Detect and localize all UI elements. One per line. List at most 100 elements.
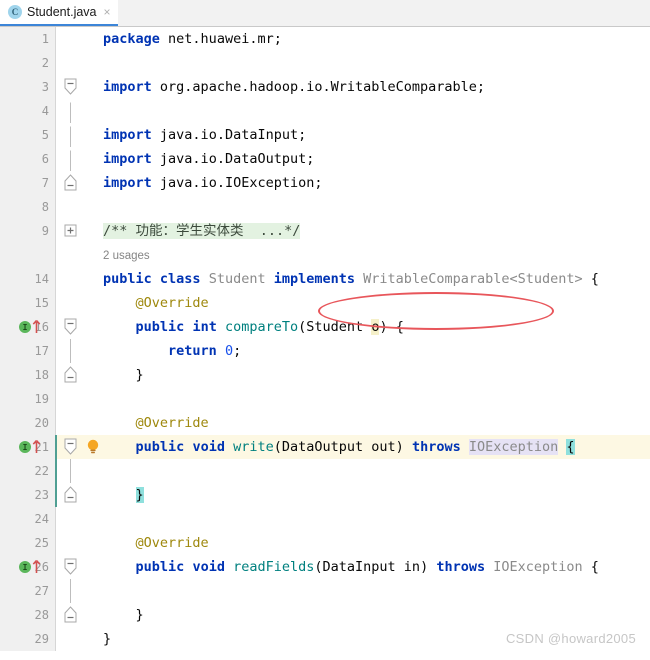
fold-collapse-icon[interactable] — [64, 318, 77, 335]
gutter-markers[interactable] — [55, 195, 103, 219]
line-gutter[interactable] — [0, 243, 55, 267]
fold-end-icon[interactable] — [64, 606, 77, 623]
line-gutter[interactable]: 17 — [0, 339, 55, 363]
line-gutter[interactable]: 24 — [0, 507, 55, 531]
code-line[interactable]: 25 @Override — [0, 531, 650, 555]
line-gutter[interactable]: 6 — [0, 147, 55, 171]
line-gutter[interactable]: 3 — [0, 75, 55, 99]
line-gutter[interactable]: 20 — [0, 411, 55, 435]
line-gutter[interactable]: 15 — [0, 291, 55, 315]
gutter-markers[interactable] — [55, 219, 103, 243]
line-gutter[interactable]: 22 — [0, 459, 55, 483]
fold-collapse-icon[interactable] — [64, 438, 77, 455]
fold-collapse-icon[interactable] — [64, 78, 77, 95]
line-gutter[interactable]: 28 — [0, 603, 55, 627]
implementing-method-icon[interactable]: I — [19, 561, 31, 573]
code-line[interactable]: 2 — [0, 51, 650, 75]
gutter-markers[interactable] — [55, 51, 103, 75]
fold-end-icon[interactable] — [64, 174, 77, 191]
gutter-markers[interactable] — [55, 483, 103, 507]
code-line-folded-comment[interactable]: 9 /** 功能：学生实体类 ...*/ — [0, 219, 650, 243]
code-line[interactable]: 27 — [0, 579, 650, 603]
line-gutter[interactable]: 29 — [0, 627, 55, 651]
code-line[interactable]: 22 — [0, 459, 650, 483]
watermark: CSDN @howard2005 — [505, 631, 636, 646]
code-line[interactable]: 8 — [0, 195, 650, 219]
code-line[interactable]: 18 } — [0, 363, 650, 387]
gutter-markers[interactable] — [55, 171, 103, 195]
implementing-method-icon[interactable]: I — [19, 321, 31, 333]
gutter-markers[interactable] — [55, 603, 103, 627]
code-line[interactable]: 15 @Override — [0, 291, 650, 315]
line-number: 27 — [34, 584, 49, 598]
line-gutter[interactable]: 2 — [0, 51, 55, 75]
code-line[interactable]: 19 — [0, 387, 650, 411]
gutter-markers[interactable] — [55, 339, 103, 363]
change-bar[interactable] — [55, 483, 57, 507]
gutter-markers[interactable] — [55, 123, 103, 147]
gutter-markers[interactable] — [55, 531, 103, 555]
override-arrow-icon[interactable] — [32, 439, 41, 454]
gutter-markers[interactable] — [55, 363, 103, 387]
code-editor[interactable]: 1 package net.huawei.mr; 2 3 import org.… — [0, 27, 650, 660]
gutter-markers[interactable] — [55, 267, 103, 291]
gutter-markers[interactable] — [55, 627, 103, 651]
gutter-markers[interactable]: I — [19, 435, 103, 459]
line-gutter[interactable]: 7 — [0, 171, 55, 195]
line-gutter[interactable]: 25 — [0, 531, 55, 555]
gutter-markers[interactable] — [55, 147, 103, 171]
close-icon[interactable]: × — [102, 6, 111, 18]
code-line[interactable]: 7 import java.io.IOException; — [0, 171, 650, 195]
code-line[interactable]: 23 } — [0, 483, 650, 507]
gutter-markers[interactable]: I — [19, 315, 103, 339]
line-gutter[interactable]: 14 — [0, 267, 55, 291]
code-line[interactable]: 16 I public int compareTo(Student o) { — [0, 315, 650, 339]
line-gutter[interactable]: 5 — [0, 123, 55, 147]
code-line[interactable]: 26 I public void readFields(DataInput in… — [0, 555, 650, 579]
lightbulb-icon[interactable] — [86, 439, 100, 455]
code-line[interactable]: 6 import java.io.DataOutput; — [0, 147, 650, 171]
code-line[interactable]: 20 @Override — [0, 411, 650, 435]
line-gutter[interactable]: 1 — [0, 27, 55, 51]
line-gutter[interactable]: 18 — [0, 363, 55, 387]
gutter-markers[interactable] — [55, 579, 103, 603]
code-line[interactable]: 14 public class Student implements Writa… — [0, 267, 650, 291]
line-gutter[interactable]: 9 — [0, 219, 55, 243]
change-bar[interactable] — [55, 435, 57, 459]
code-line[interactable]: 24 — [0, 507, 650, 531]
line-gutter[interactable]: 27 — [0, 579, 55, 603]
override-arrow-icon[interactable] — [32, 559, 41, 574]
change-bar[interactable] — [55, 459, 57, 483]
code-line[interactable]: 5 import java.io.DataInput; — [0, 123, 650, 147]
code-line[interactable]: 17 return 0; — [0, 339, 650, 363]
line-gutter[interactable]: 8 — [0, 195, 55, 219]
usages-hint[interactable]: 2 usages — [103, 250, 150, 262]
fold-expand-icon[interactable] — [64, 222, 77, 239]
gutter-markers[interactable] — [55, 99, 103, 123]
gutter-markers[interactable]: I — [19, 555, 103, 579]
tab-student-java[interactable]: C Student.java × — [0, 0, 118, 26]
fold-collapse-icon[interactable] — [64, 558, 77, 575]
fold-end-icon[interactable] — [64, 366, 77, 383]
code-line[interactable]: 28 } — [0, 603, 650, 627]
gutter-markers[interactable] — [55, 75, 103, 99]
code-text[interactable]: /** 功能：学生实体类 ...*/ — [103, 219, 650, 243]
line-gutter[interactable]: 23 — [0, 483, 55, 507]
code-line[interactable]: 4 — [0, 99, 650, 123]
line-gutter[interactable]: 4 — [0, 99, 55, 123]
gutter-markers[interactable] — [55, 291, 103, 315]
gutter-markers[interactable] — [55, 27, 103, 51]
gutter-markers[interactable] — [55, 411, 103, 435]
gutter-markers[interactable] — [55, 387, 103, 411]
code-line[interactable]: 3 import org.apache.hadoop.io.WritableCo… — [0, 75, 650, 99]
gutter-markers[interactable] — [55, 507, 103, 531]
gutter-markers[interactable] — [55, 459, 103, 483]
line-gutter[interactable]: 19 — [0, 387, 55, 411]
override-arrow-icon[interactable] — [32, 319, 41, 334]
code-line[interactable]: 1 package net.huawei.mr; — [0, 27, 650, 51]
implementing-method-icon[interactable]: I — [19, 441, 31, 453]
fold-end-icon[interactable] — [64, 486, 77, 503]
folded-comment-text[interactable]: /** 功能：学生实体类 ...*/ — [103, 223, 301, 239]
code-line-active[interactable]: 21 I public void write(DataOutput out) t… — [0, 435, 650, 459]
